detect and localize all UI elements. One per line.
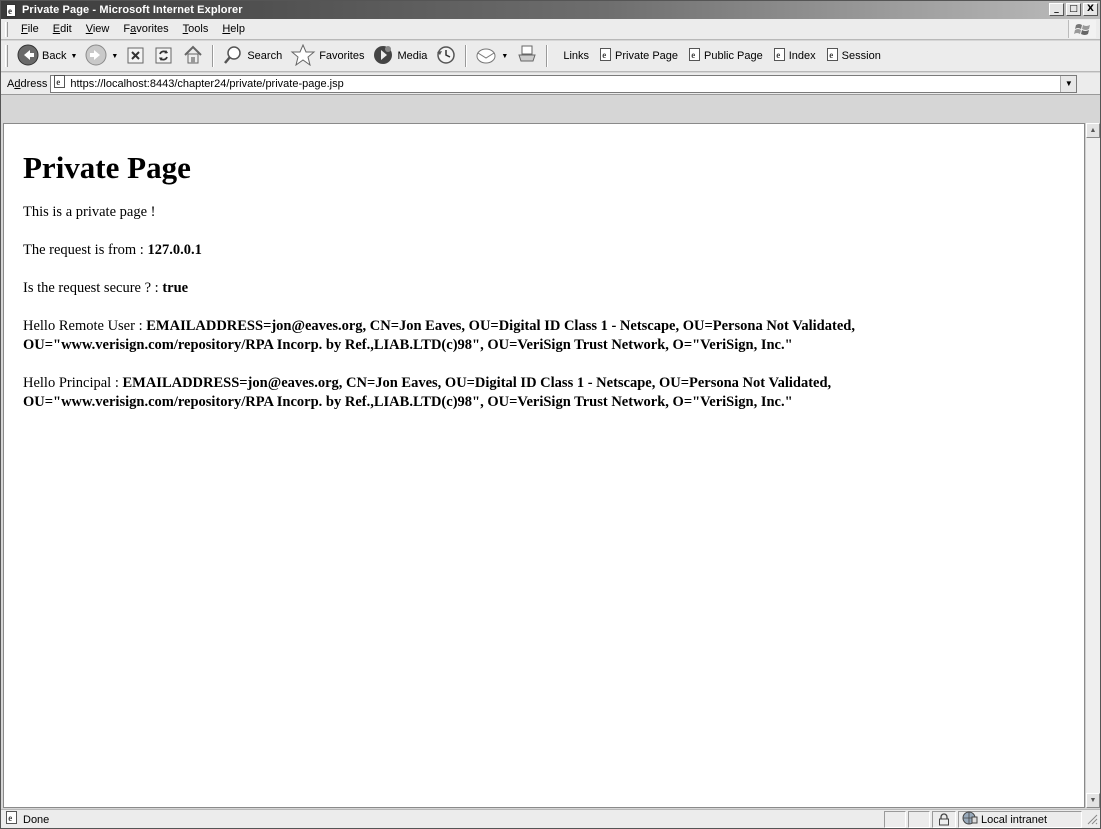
scroll-down-button[interactable]: ▼ — [1086, 793, 1100, 808]
zone-pane[interactable]: Local intranet — [958, 811, 1082, 828]
intranet-icon — [962, 811, 978, 828]
browser-window: e Private Page - Microsoft Internet Expl… — [0, 0, 1101, 829]
link-public-page[interactable]: e Public Page — [683, 48, 768, 64]
secure-value: true — [162, 280, 189, 296]
address-input[interactable]: e https://localhost:8443/chapter24/priva… — [50, 74, 1078, 93]
vertical-scrollbar[interactable]: ▲ ▼ — [1085, 123, 1100, 808]
home-icon — [182, 44, 204, 69]
search-label: Search — [247, 50, 283, 62]
page-content: Private Page This is a private page ! Th… — [3, 123, 1085, 808]
svg-text:e: e — [691, 50, 695, 60]
menu-view[interactable]: View — [79, 23, 117, 35]
favorites-label: Favorites — [319, 50, 365, 62]
forward-button[interactable]: ▼ — [81, 43, 122, 69]
link-private-page[interactable]: e Private Page — [594, 48, 683, 64]
close-button[interactable]: X — [1083, 3, 1098, 16]
page-icon: e — [826, 48, 839, 64]
star-icon — [290, 43, 316, 69]
page-icon: e — [53, 75, 67, 92]
principal-value: EMAILADDRESS=jon@eaves.org, CN=Jon Eaves… — [23, 375, 832, 410]
back-arrow-icon — [17, 44, 39, 69]
address-url: https://localhost:8443/chapter24/private… — [70, 77, 344, 90]
status-pane-progress — [884, 811, 906, 828]
refresh-icon — [154, 45, 174, 68]
home-button[interactable] — [178, 43, 208, 69]
history-button[interactable] — [431, 43, 461, 69]
resize-grip[interactable] — [1084, 811, 1098, 825]
stop-icon — [126, 45, 146, 68]
menu-help[interactable]: Help — [215, 23, 252, 35]
link-session[interactable]: e Session — [821, 48, 886, 64]
menu-tools[interactable]: Tools — [176, 23, 216, 35]
address-dropdown-icon[interactable]: ▼ — [1060, 75, 1077, 92]
title-bar[interactable]: e Private Page - Microsoft Internet Expl… — [1, 1, 1100, 19]
request-from-value: 127.0.0.1 — [147, 242, 202, 258]
back-button[interactable]: Back ▼ — [13, 43, 81, 69]
menu-favorites[interactable]: Favorites — [116, 23, 175, 35]
request-from-line: The request is from : 127.0.0.1 — [23, 242, 202, 258]
address-bar: Address e https://localhost:8443/chapter… — [1, 73, 1100, 95]
links-bar: Links e Private Page e Public Page e Ind… — [558, 48, 885, 64]
secure-line: Is the request secure ? : true — [23, 280, 189, 296]
zone-label: Local intranet — [981, 813, 1048, 826]
menu-bar-grip[interactable] — [5, 21, 8, 37]
menu-bar: File Edit View Favorites Tools Help — [1, 19, 1100, 40]
media-icon — [372, 44, 394, 69]
history-icon — [435, 44, 457, 69]
windows-flag-icon — [1068, 20, 1096, 38]
toolbar-separator — [546, 45, 549, 67]
address-label: Address — [7, 77, 48, 90]
toolbar-grip[interactable] — [5, 45, 8, 67]
media-button[interactable]: Media — [368, 43, 431, 69]
page-icon: e — [5, 811, 19, 828]
page-heading: Private Page — [23, 150, 191, 185]
svg-text:e: e — [602, 50, 606, 60]
link-index[interactable]: e Index — [768, 48, 821, 64]
page-icon: e — [599, 48, 612, 64]
favorites-button[interactable]: Favorites — [286, 43, 368, 69]
toolbar-separator — [465, 45, 468, 67]
intro-text: This is a private page ! — [23, 204, 156, 220]
refresh-button[interactable] — [150, 43, 178, 69]
lock-icon[interactable] — [932, 811, 956, 828]
links-label[interactable]: Links — [558, 50, 594, 62]
page-icon: e — [773, 48, 786, 64]
svg-text:e: e — [57, 77, 61, 87]
status-text: Done — [23, 813, 50, 826]
page-icon: e — [688, 48, 701, 64]
remote-user-value: EMAILADDRESS=jon@eaves.org, CN=Jon Eaves… — [23, 318, 855, 353]
principal-line: Hello Principal : EMAILADDRESS=jon@eaves… — [23, 375, 832, 410]
window-title: Private Page - Microsoft Internet Explor… — [22, 4, 243, 16]
print-button[interactable] — [512, 43, 542, 69]
toolbar-separator — [212, 45, 215, 67]
svg-text:e: e — [829, 50, 833, 60]
svg-text:e: e — [776, 50, 780, 60]
standard-toolbar: Back ▼ ▼ Search Favorites Media ▼ Links … — [1, 41, 1100, 72]
minimize-button[interactable]: _ — [1049, 3, 1064, 16]
svg-text:e: e — [8, 6, 12, 16]
maximize-button[interactable]: □ — [1066, 3, 1081, 16]
mail-icon — [475, 45, 497, 68]
forward-arrow-icon — [85, 44, 107, 69]
media-label: Media — [397, 50, 428, 62]
back-dropdown-icon[interactable]: ▼ — [70, 53, 77, 60]
menu-edit[interactable]: Edit — [46, 23, 79, 35]
print-icon — [516, 44, 538, 69]
svg-text:e: e — [8, 813, 12, 823]
forward-dropdown-icon[interactable]: ▼ — [111, 53, 118, 60]
back-label: Back — [42, 50, 67, 62]
status-pane-blank — [908, 811, 930, 828]
scroll-up-button[interactable]: ▲ — [1086, 123, 1100, 138]
search-icon — [222, 44, 244, 69]
ie-page-icon: e — [4, 3, 18, 17]
mail-button[interactable]: ▼ — [471, 43, 512, 69]
remote-user-line: Hello Remote User : EMAILADDRESS=jon@eav… — [23, 318, 855, 353]
mail-dropdown-icon[interactable]: ▼ — [501, 53, 508, 60]
search-button[interactable]: Search — [218, 43, 286, 69]
stop-button[interactable] — [122, 43, 150, 69]
status-bar: e Done Local intranet — [1, 809, 1100, 828]
menu-file[interactable]: File — [14, 23, 46, 35]
